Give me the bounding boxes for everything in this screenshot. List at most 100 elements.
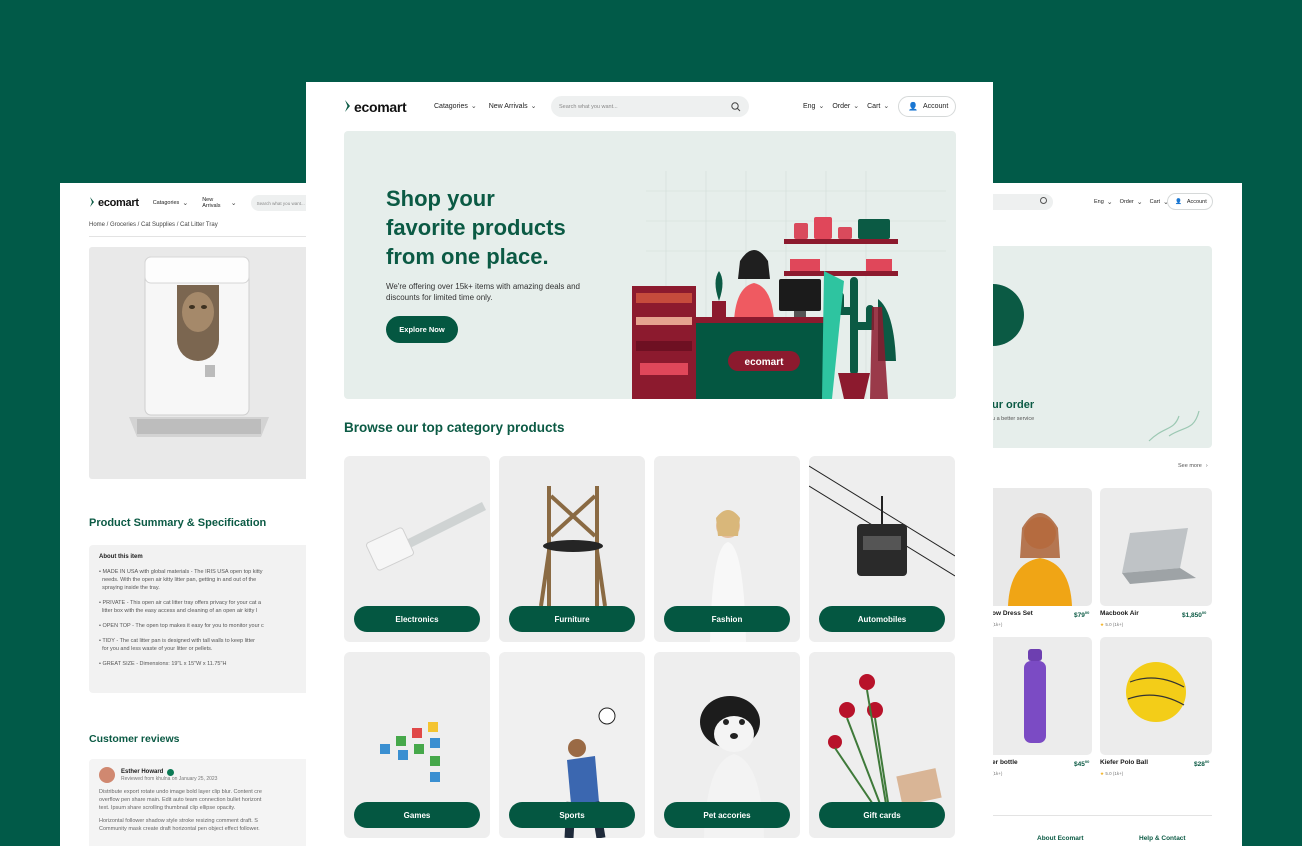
nav-language[interactable]: Eng ⌄ [803, 102, 825, 111]
banner-circle [992, 284, 1024, 346]
category-button[interactable]: Sports [509, 802, 635, 828]
category-button[interactable]: Games [354, 802, 480, 828]
review-body: Distribute export rotate undo image bold… [99, 788, 300, 833]
promo-banner[interactable]: ur order u a better service [992, 246, 1212, 448]
hero-subtitle-line: discounts for limited time only. [386, 293, 493, 302]
category-card-fashion[interactable]: Fashion [654, 456, 800, 642]
search-placeholder: Search what you want... [256, 200, 305, 206]
see-more-label: See more [1178, 463, 1202, 469]
chevron-down-icon: ⌄ [818, 103, 825, 110]
product-name[interactable]: er bottle [992, 759, 1018, 766]
review-line: overflow pen share main. Edit auto team … [99, 797, 262, 803]
left-nav-categories[interactable]: Catagories ⌄ [153, 199, 188, 207]
nav-cart[interactable]: Cart ⌄ [867, 102, 890, 111]
chevron-down-icon: ⌄ [853, 103, 860, 110]
right-search-tail[interactable] [992, 194, 1053, 210]
water-bottle-icon [1024, 649, 1046, 743]
spec-bullet: • OPEN TOP - The open top makes it easy … [99, 623, 264, 629]
nav-new-arrivals[interactable]: New Arrivals ⌄ [489, 102, 537, 111]
footer-divider [992, 815, 1212, 816]
account-label: Account [922, 103, 949, 110]
category-button[interactable]: Automobiles [819, 606, 945, 632]
main-search-input[interactable]: Search what you want... [551, 96, 749, 117]
nav-label: Catagories [152, 200, 180, 206]
main-home-page: ecomart Catagories ⌄ New Arrivals ⌄ Search… [306, 82, 993, 846]
review-card: Esther Howard Reviewed from khulna on Ja… [89, 759, 310, 846]
breadcrumb[interactable]: Home / Groceries / Cat Supplies / Cat Li… [89, 222, 218, 228]
explore-now-button[interactable]: Explore Now [386, 316, 458, 343]
product-price: $7900 [1074, 610, 1089, 619]
laptop-icon [1122, 528, 1196, 584]
leaf-doodle-icon [1148, 410, 1200, 442]
product-card-macbook[interactable] [1100, 488, 1212, 606]
category-button[interactable]: Furniture [509, 606, 635, 632]
account-button[interactable]: 👤 Account [898, 96, 956, 117]
product-card-bottle[interactable] [992, 637, 1092, 755]
hero-subtitle: We're offering over 15k+ items with amaz… [386, 281, 580, 303]
nav-categories[interactable]: Catagories ⌄ [434, 102, 477, 111]
logo-mark-icon [344, 99, 351, 115]
left-product-page: ecomart Catagories ⌄ New Arrivals ⌄ Search… [60, 183, 310, 846]
review-meta: Reviewed from khulna on January 25, 2023 [121, 775, 218, 782]
footer-help-link[interactable]: Help & Contact [1139, 835, 1186, 842]
hero-title: Shop your favorite products from one pla… [386, 184, 566, 271]
right-nav-language[interactable]: Eng ⌄ [1094, 198, 1113, 206]
review-header: Esther Howard Reviewed from khulna on Ja… [99, 767, 300, 783]
chevron-down-icon: ⌄ [470, 103, 477, 110]
category-button[interactable]: Pet accories [664, 802, 790, 828]
right-nav-cart[interactable]: Cart ⌄ [1150, 198, 1169, 206]
product-card-dress[interactable] [992, 488, 1092, 606]
left-logo[interactable]: ecomart [89, 196, 139, 210]
right-products-page: Eng ⌄ Order ⌄ Cart ⌄ 👤 Account ur order u a … [992, 183, 1242, 846]
bullet-text: OPEN TOP - The open top makes it easy fo… [102, 623, 264, 629]
nav-order[interactable]: Order ⌄ [832, 102, 860, 111]
product-card-polo-ball[interactable] [1100, 637, 1212, 755]
search-placeholder: Search what you want... [559, 103, 618, 110]
nav-label: Catagories [434, 102, 468, 110]
right-account-button[interactable]: 👤 Account [1167, 193, 1213, 210]
category-card-games[interactable]: Games [344, 652, 490, 838]
product-name[interactable]: Kiefer Polo Ball [1100, 759, 1148, 766]
see-more-link[interactable]: See more › [1178, 463, 1208, 469]
category-card-electronics[interactable]: Electronics [344, 456, 490, 642]
product-rating: ★ 5.0 (1k+) [1100, 771, 1123, 777]
logo-text: ecomart [354, 99, 407, 115]
category-card-furniture[interactable]: Furniture [499, 456, 645, 642]
category-card-pet-accessories[interactable]: Pet accories [654, 652, 800, 838]
price-cents: 00 [1201, 610, 1207, 615]
hero-subtitle-line: We're offering over 15k+ items with amaz… [386, 282, 580, 291]
review-line: Community mask create draft horizontal p… [99, 826, 260, 832]
chevron-down-icon: ⌄ [883, 103, 890, 110]
user-icon: 👤 [908, 102, 918, 111]
shop-counter-illustration: ecomart [632, 171, 946, 399]
nav-label: Cart [867, 102, 881, 110]
category-card-automobiles[interactable]: Automobiles [809, 456, 955, 642]
bullet-text: litter box with the easy access and clea… [102, 608, 258, 614]
woman-model-icon [1008, 513, 1072, 606]
nav-label: Order [832, 102, 851, 110]
left-nav-new-arrivals[interactable]: New Arrivals ⌄ [202, 197, 236, 209]
right-nav-order[interactable]: Order ⌄ [1120, 198, 1143, 206]
main-logo[interactable]: ecomart [344, 99, 407, 115]
product-price: $1,85000 [1182, 610, 1206, 619]
product-image[interactable] [89, 247, 310, 479]
main-right-nav: Eng ⌄ Order ⌄ Cart ⌄ [803, 102, 890, 111]
category-card-gift-cards[interactable]: Gift cards [809, 652, 955, 838]
product-name[interactable]: Macbook Air [1100, 610, 1139, 617]
divider [89, 236, 310, 237]
footer-about-link[interactable]: About Ecomart [1037, 835, 1084, 842]
review-line: Distribute export rotate undo image bold… [99, 789, 262, 795]
product-price: $4500 [1074, 759, 1089, 768]
avatar[interactable] [99, 767, 115, 783]
product-name[interactable]: ow Dress Set [992, 610, 1033, 617]
right-header-nav: Eng ⌄ Order ⌄ Cart ⌄ [1094, 198, 1169, 206]
category-button[interactable]: Gift cards [819, 802, 945, 828]
category-card-sports[interactable]: Sports [499, 652, 645, 838]
bullet-text: PRIVATE - This open air cat litter tray … [102, 600, 262, 606]
banner-title: ur order [992, 399, 1035, 411]
account-label: Account [1186, 198, 1207, 205]
left-search-input[interactable]: Search what you want... [250, 195, 310, 211]
category-button[interactable]: Fashion [664, 606, 790, 632]
logo-text: ecomart [98, 197, 139, 209]
category-button[interactable]: Electronics [354, 606, 480, 632]
